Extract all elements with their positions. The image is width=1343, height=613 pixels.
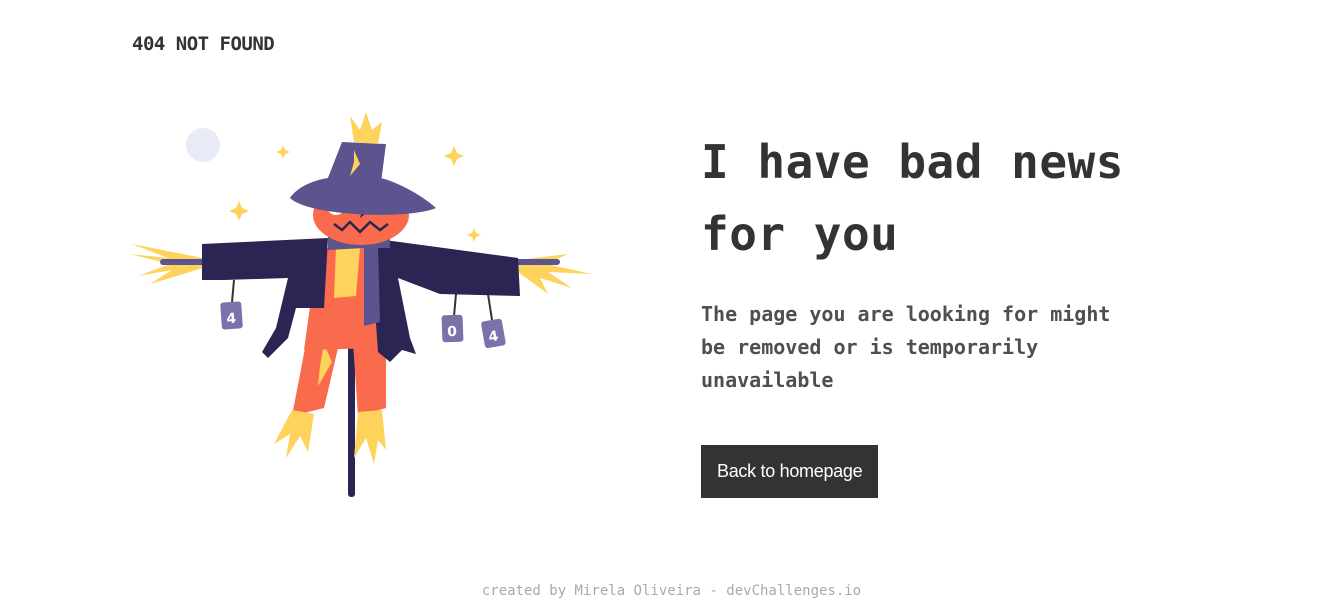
pole [348, 333, 355, 497]
back-to-homepage-button[interactable]: Back to homepage [701, 445, 879, 498]
svg-text:4: 4 [226, 311, 237, 328]
not-found-page: 404 NOT FOUND 4 0 4 I have bad news for … [0, 0, 1343, 613]
error-content: I have bad news for you The page you are… [701, 126, 1201, 498]
sparkle-icon [444, 146, 464, 166]
headline-line-2: for you [701, 207, 899, 261]
sparkle-icon [467, 228, 481, 242]
page-headline: I have bad news for you [701, 126, 1201, 270]
headline-line-1: I have bad news [701, 135, 1124, 189]
scarecrow-illustration: 4 0 4 [130, 112, 592, 497]
can-4-right: 4 [481, 318, 506, 349]
sparkle-icon [229, 201, 249, 221]
footer-credit: created by Mirela Oliveira - devChalleng… [481, 583, 862, 599]
can-0: 0 [441, 314, 464, 343]
straw-foot-left [274, 410, 314, 458]
can-4-left: 4 [220, 301, 243, 330]
straw-foot-right [354, 410, 386, 464]
error-message: The page you are looking for might be re… [701, 302, 1111, 392]
leg-left [292, 343, 338, 416]
sparkle-icon [276, 145, 290, 159]
shirt-stripe [334, 248, 360, 298]
page-brand: 404 NOT FOUND [132, 33, 275, 55]
moon-icon [186, 128, 220, 162]
hat-straw [350, 112, 382, 144]
svg-text:0: 0 [447, 324, 458, 340]
